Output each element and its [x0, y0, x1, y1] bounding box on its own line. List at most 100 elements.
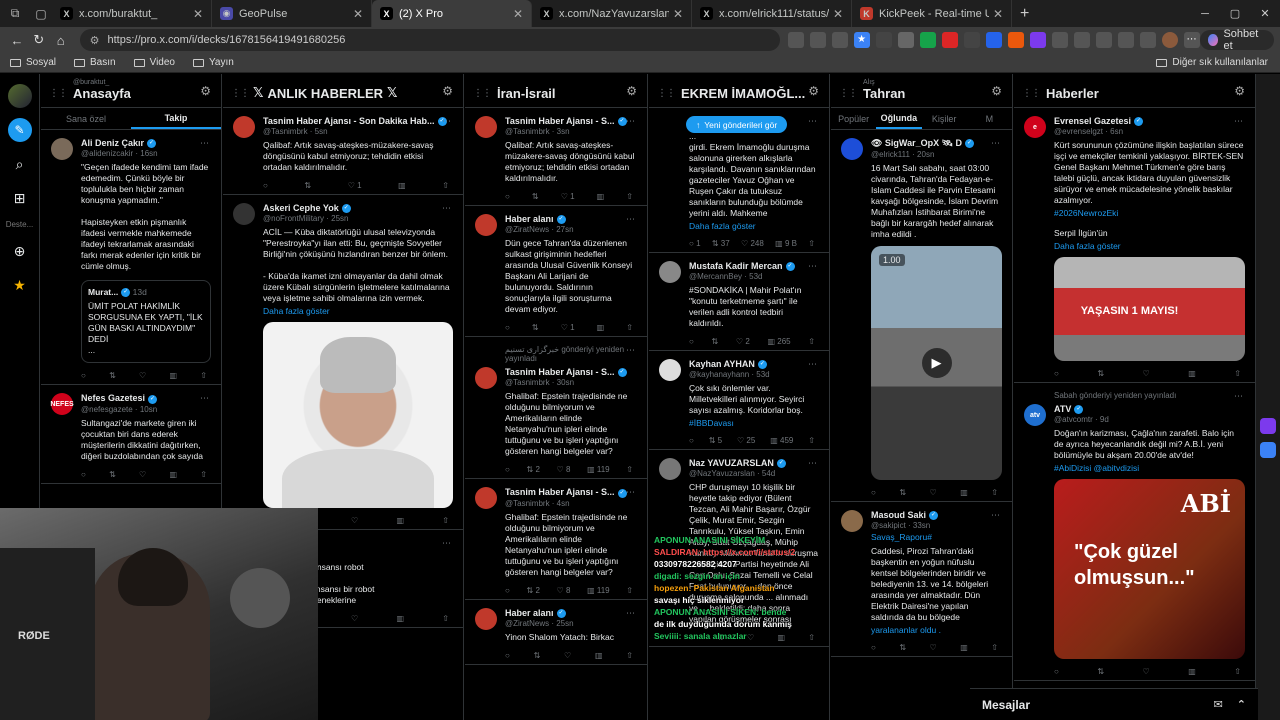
more-options-icon[interactable]: ⋯	[808, 359, 817, 370]
extension-icon[interactable]	[1007, 32, 1024, 48]
extension-icon[interactable]	[1029, 32, 1046, 48]
column-header[interactable]: ⋮⋮ @buraktut_ Anasayfa ⚙	[41, 74, 221, 108]
share-icon[interactable]: ⇧	[626, 651, 633, 660]
window-menu-icon[interactable]: ⧉	[4, 4, 26, 24]
views-button[interactable]: ▥ 119	[587, 465, 610, 474]
download-icon[interactable]	[1139, 32, 1156, 48]
like-button[interactable]: ♡ 8	[557, 465, 571, 474]
bookmark-basin[interactable]: Basın	[74, 57, 116, 68]
puzzle-icon[interactable]	[1051, 32, 1068, 48]
drag-handle-icon[interactable]: ⋮⋮	[839, 88, 858, 99]
author-name[interactable]: Tasnim Haber Ajansı - S... ✓	[505, 367, 637, 378]
column-header[interactable]: ⋮⋮ Haberler ⚙	[1014, 74, 1255, 108]
browser-tab[interactable]: ◉ GeoPulse ✕	[212, 0, 372, 27]
extension-icon[interactable]	[787, 32, 804, 48]
post[interactable]: ⋯ Haber alanı ✓ @ZiratNews · 25sn Yinon Shal…	[465, 600, 647, 665]
reply-button[interactable]: ○ 1	[689, 239, 701, 248]
views-button[interactable]: ▥	[960, 488, 968, 497]
column-header[interactable]: ⋮⋮ 𝕏 ANLIK HABERLER 𝕏 ⚙	[223, 74, 463, 108]
views-button[interactable]: ▥	[597, 192, 605, 201]
like-button[interactable]: ♡ 1	[561, 323, 575, 332]
column-settings-icon[interactable]: ⚙	[442, 84, 453, 98]
column-settings-icon[interactable]: ⚙	[1234, 84, 1245, 98]
hashtag-link[interactable]: #2026NewrozEki	[1054, 208, 1245, 218]
share-icon[interactable]: ⇧	[626, 192, 633, 201]
show-more-link[interactable]: Daha fazla göster	[263, 306, 453, 316]
avatar[interactable]	[475, 367, 497, 390]
browser-tab[interactable]: Xx.com/elrick111/status/20338184 ✕	[692, 0, 852, 27]
drag-handle-icon[interactable]: ⋮⋮	[231, 88, 250, 99]
extension-icon[interactable]	[985, 32, 1002, 48]
more-options-icon[interactable]: ⋯	[1234, 391, 1243, 402]
bookmark-sosyal[interactable]: Sosyal	[10, 57, 56, 68]
column-subtab[interactable]: Oğlunda	[876, 108, 922, 129]
share-icon[interactable]: ⇧	[808, 337, 815, 346]
close-tab-icon[interactable]: ✕	[193, 7, 203, 21]
search-icon[interactable]: ⌕	[8, 152, 32, 176]
more-options-icon[interactable]: ⋯	[1234, 116, 1243, 127]
like-button[interactable]: ♡	[351, 614, 358, 623]
repost-button[interactable]: ⇅	[899, 488, 906, 497]
column-settings-icon[interactable]: ⚙	[200, 84, 211, 98]
author-name[interactable]: Askeri Cephe Yok ✓	[263, 203, 453, 214]
share-icon[interactable]: ⇧	[200, 470, 207, 479]
profile-avatar[interactable]	[1161, 32, 1178, 48]
repost-button[interactable]: ⇅	[109, 470, 116, 479]
views-button[interactable]: ▥	[169, 470, 177, 479]
hashtag-link[interactable]: Savaş_Raporu#	[871, 532, 1002, 542]
more-options-icon[interactable]: ⋯	[808, 116, 817, 127]
views-button[interactable]: ▥	[169, 371, 177, 380]
author-name[interactable]: Evrensel Gazetesi ✓	[1054, 116, 1245, 127]
author-name[interactable]: Haber alanı ✓	[505, 608, 637, 618]
like-button[interactable]: ♡	[1143, 369, 1150, 378]
extension-side-icon[interactable]	[1260, 418, 1276, 434]
compose-icon[interactable]: ✎	[7, 118, 32, 142]
add-column-icon[interactable]: ⊞	[8, 186, 32, 210]
hashtag-link[interactable]: #AbiDizisi @abitvdizisi	[1054, 463, 1245, 473]
post[interactable]: ⋯ Askeri Cephe Yok ✓ @noFrontMilitary · 25s…	[223, 195, 463, 531]
play-icon[interactable]: ▶	[921, 348, 952, 378]
hashtag-link[interactable]: #İBBDavası	[689, 418, 819, 428]
author-name[interactable]: Nefes Gazetesi ✓	[81, 393, 211, 404]
column-settings-icon[interactable]: ⚙	[991, 84, 1002, 98]
author-handle[interactable]: @ZiratNews · 27sn	[505, 225, 637, 234]
post[interactable]: ⋯ NEFES Nefes Gazetesi ✓ @nefesgazete · 10sn…	[41, 385, 221, 484]
repost-button[interactable]: ⇅	[304, 181, 311, 190]
post[interactable]: ⋯ Tasnim Haber Ajansı - S... ✓ @Tasnimbrk ·…	[465, 479, 647, 600]
author-name[interactable]: ATV ✓	[1054, 404, 1245, 415]
column-subtab[interactable]: M	[967, 108, 1012, 129]
avatar[interactable]	[475, 214, 497, 237]
reply-button[interactable]: ○	[871, 643, 876, 652]
reply-button[interactable]: ○	[505, 586, 510, 595]
more-options-icon[interactable]: ⋯	[991, 510, 1000, 521]
author-handle[interactable]: @elrick111 · 20sn	[871, 150, 1002, 159]
like-button[interactable]: ♡ 25	[737, 436, 755, 445]
new-posts-pill[interactable]: ↑ Yeni gönderileri gör	[686, 116, 788, 133]
extension-icon[interactable]	[963, 32, 980, 48]
like-button[interactable]: ♡	[1143, 667, 1150, 676]
column-header[interactable]: ⋮⋮ İran-İsrail ⚙	[465, 74, 647, 108]
like-button[interactable]: ♡	[139, 371, 146, 380]
views-button[interactable]: ▥	[398, 181, 406, 190]
column-subtab[interactable]: Kişiler	[922, 108, 967, 129]
avatar[interactable]	[841, 138, 863, 160]
tab-list-icon[interactable]: ▢	[30, 4, 52, 24]
show-more-link[interactable]: yaralananlar oldu .	[871, 625, 1002, 635]
like-button[interactable]: ♡ 1	[561, 192, 575, 201]
repost-button[interactable]: ⇅ 2	[527, 586, 540, 595]
repost-button[interactable]: ⇅	[532, 192, 539, 201]
reload-icon[interactable]: ↻	[28, 29, 50, 51]
user-avatar[interactable]	[7, 84, 32, 108]
avatar[interactable]	[659, 261, 681, 283]
like-button[interactable]: ♡	[930, 488, 937, 497]
close-window-icon[interactable]: ✕	[1250, 0, 1280, 27]
repost-button[interactable]: ⇅ 37	[712, 239, 730, 248]
views-button[interactable]: ▥	[960, 643, 968, 652]
new-message-icon[interactable]: ✉	[1214, 698, 1223, 711]
repost-button[interactable]: ⇅	[1097, 369, 1104, 378]
post[interactable]: ⋯ Masoud Saki ✓ @sakipict · 33sn Savaş_Rapor…	[831, 502, 1012, 658]
reply-button[interactable]: ○	[505, 651, 510, 660]
more-options-icon[interactable]: ⋯	[200, 393, 209, 404]
like-button[interactable]: ♡	[564, 651, 571, 660]
repost-button[interactable]: ⇅	[109, 371, 116, 380]
